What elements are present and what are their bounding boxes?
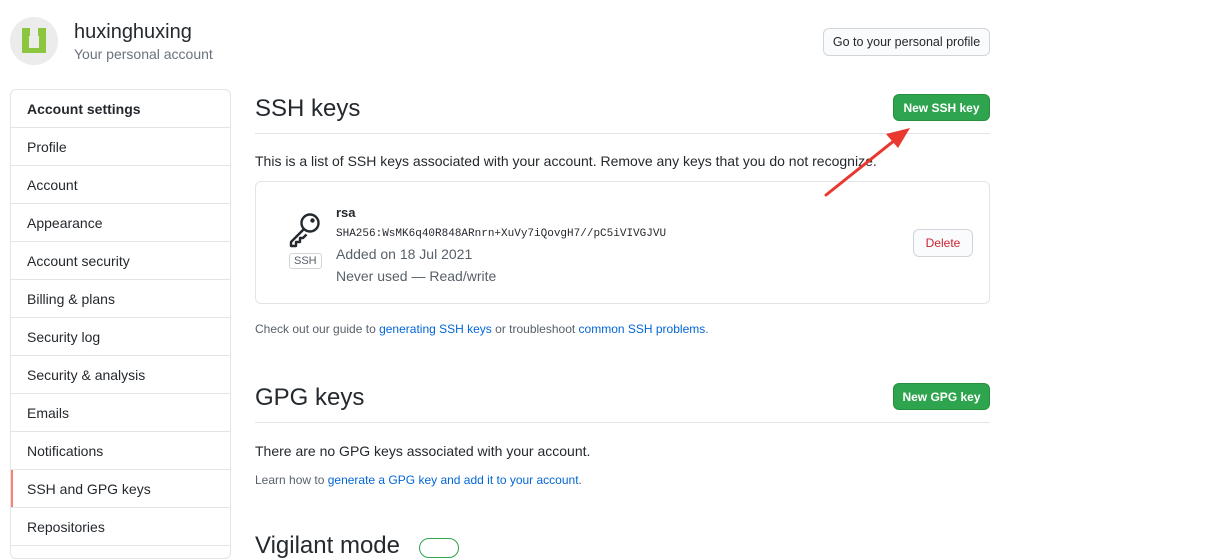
ssh-type-label: SSH <box>289 253 322 269</box>
ssh-keys-heading: SSH keys <box>255 95 361 122</box>
go-to-profile-button[interactable]: Go to your personal profile <box>823 28 990 56</box>
ssh-key-title: rsa <box>336 205 356 220</box>
ssh-guide-note: Check out our guide to generating SSH ke… <box>255 322 709 336</box>
ssh-heading-divider <box>255 133 990 134</box>
sidebar-item-repositories[interactable]: Repositories <box>11 508 230 546</box>
sidebar-item-account-security[interactable]: Account security <box>11 242 230 280</box>
settings-sidebar: Account settings Profile Account Appeara… <box>10 89 231 559</box>
ssh-key-usage: Never used — Read/write <box>336 268 497 284</box>
key-icon <box>289 213 320 248</box>
common-ssh-problems-link[interactable]: common SSH problems <box>579 322 706 336</box>
gpg-learn-note: Learn how to generate a GPG key and add … <box>255 473 582 487</box>
ssh-key-fingerprint: SHA256:WsMK6q40R848ARnrn+XuVy7iQovgH7//p… <box>336 228 667 240</box>
ssh-guide-middle: or troubleshoot <box>491 322 579 336</box>
gpg-learn-suffix: . <box>578 473 582 487</box>
new-ssh-key-button[interactable]: New SSH key <box>893 94 990 121</box>
avatar[interactable] <box>10 17 58 65</box>
sidebar-item-account[interactable]: Account <box>11 166 230 204</box>
sidebar-heading: Account settings <box>11 90 230 128</box>
ssh-description: This is a list of SSH keys associated wi… <box>255 153 877 169</box>
gpg-keys-heading: GPG keys <box>255 384 365 411</box>
sidebar-item-profile[interactable]: Profile <box>11 128 230 166</box>
vigilant-mode-badge <box>419 538 459 558</box>
ssh-key-added-date: Added on 18 Jul 2021 <box>336 246 473 262</box>
sidebar-item-notifications[interactable]: Notifications <box>11 432 230 470</box>
gpg-learn-prefix: Learn how to <box>255 473 328 487</box>
gpg-empty-message: There are no GPG keys associated with yo… <box>255 443 591 459</box>
identicon-image <box>10 17 58 65</box>
sidebar-item-security-log[interactable]: Security log <box>11 318 230 356</box>
generating-ssh-keys-link[interactable]: generating SSH keys <box>379 322 492 336</box>
sidebar-item-security-analysis[interactable]: Security & analysis <box>11 356 230 394</box>
account-type-label: Your personal account <box>74 46 213 62</box>
sidebar-item-appearance[interactable]: Appearance <box>11 204 230 242</box>
sidebar-item-ssh-gpg-keys[interactable]: SSH and GPG keys <box>11 470 230 508</box>
ssh-guide-prefix: Check out our guide to <box>255 322 380 336</box>
ssh-key-item: SSH rsa SHA256:WsMK6q40R848ARnrn+XuVy7iQ… <box>255 181 990 304</box>
generate-gpg-key-link[interactable]: generate a GPG key and add it to your ac… <box>328 473 579 487</box>
new-gpg-key-button[interactable]: New GPG key <box>893 383 990 410</box>
gpg-heading-divider <box>255 422 990 423</box>
ssh-guide-suffix: . <box>705 322 709 336</box>
vigilant-mode-heading: Vigilant mode <box>255 532 400 559</box>
delete-ssh-key-button[interactable]: Delete <box>913 229 973 257</box>
sidebar-item-emails[interactable]: Emails <box>11 394 230 432</box>
sidebar-item-billing[interactable]: Billing & plans <box>11 280 230 318</box>
account-username: huxinghuxing <box>74 21 192 43</box>
